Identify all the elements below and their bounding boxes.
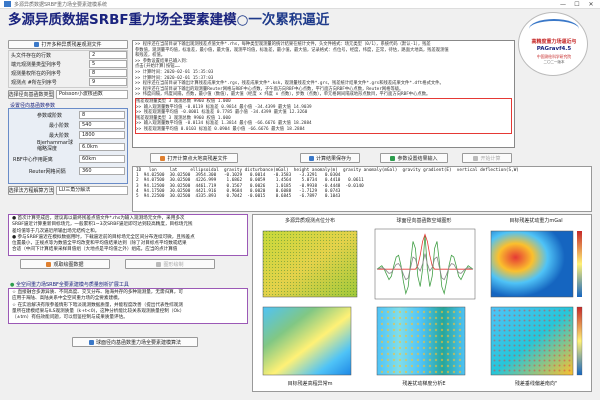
save-result-button[interactable]: 计算结果保存为: [300, 153, 360, 163]
app-title-main: 多源异质数据SRBF重力场全要素建模: [8, 12, 237, 28]
rbf-algorithm-label: 球面径向基函数重力场全要素建模算法: [95, 339, 181, 346]
rbf-distance-label: RBF中心作用距离: [13, 157, 53, 163]
weight-col-input[interactable]: 8: [89, 69, 127, 77]
app-title: 多源异质数据SRBF重力场全要素建模○一次累积逼近: [8, 11, 329, 29]
result-table: ID lon lat ellipsoidal gravity disturban…: [132, 166, 592, 212]
reuter-grid-label: Reuter网格间隔: [29, 169, 66, 175]
point-col-input[interactable]: 9: [89, 78, 127, 86]
kernel-type-select[interactable]: Poisson小波核函数: [56, 90, 128, 99]
logo-line2: PAGravf4.5: [536, 46, 572, 52]
chart1-title: 多源异质观测点位分布: [284, 218, 335, 224]
height-anomaly-map: [262, 306, 352, 376]
feature-line: （±tm）有低效能问题，可以借鉴控制与成果质量评估。: [12, 315, 128, 321]
log-console: >> 程序还在当前目录下输出观测残差点值文件*.rhs，每种类型观测量的统计结果…: [132, 40, 515, 148]
folder-icon: [34, 42, 40, 47]
solve-method-select[interactable]: LU三角分解法: [56, 186, 128, 195]
folder-icon: [46, 261, 52, 267]
open-result-label: 打开计算点大地高残差文件: [167, 155, 228, 162]
maximize-button[interactable]: ☐: [570, 0, 584, 9]
header-rows-label: 头文件存在的行数: [11, 53, 52, 59]
rbf-algorithm-button[interactable]: 球面径向基函数重力场全要素建模算法: [72, 337, 198, 347]
chart3-title: 目标残差扰动重力mGal: [509, 218, 563, 224]
chart6-title: 残差垂线偏差南向": [514, 381, 558, 387]
obs-type-col-input[interactable]: 5: [89, 60, 127, 68]
chart4-title: 目标残差高程异常m: [287, 381, 333, 387]
min-degree-input[interactable]: 540: [79, 121, 125, 129]
usage-tips-box: ● 首次计算完成后，建议再以最终残差点值文件*.rhs为输入观测场元文件，采用多…: [8, 214, 248, 256]
reuter-grid-input[interactable]: 360: [79, 167, 125, 175]
param-order-input[interactable]: 8: [79, 111, 125, 119]
gradient-map: [376, 306, 466, 376]
table-row: 5 94.22500 30.02500 4335.893 0.7042 -0.0…: [136, 194, 341, 200]
app-icon: [4, 1, 11, 7]
logo: 高精度重力场逼近与 PAGravf4.5 中国测绘科学研究院 二〇二一版本: [518, 12, 588, 76]
header-rows-input[interactable]: 2: [89, 51, 127, 59]
draw-graph-button[interactable]: 图形绘制: [125, 259, 215, 269]
view-plot-data-button[interactable]: 观取绘图数据: [20, 259, 110, 269]
chart-icon: [156, 261, 162, 267]
logo-line4: 二〇二一版本: [543, 60, 565, 64]
logo-line1: 高精度重力场逼近与: [531, 39, 577, 45]
open-result-file-button[interactable]: 打开计算点大地高残差文件: [150, 153, 238, 163]
obs-distribution-map: [262, 230, 358, 298]
play-icon: [473, 155, 479, 161]
bjerhammar-depth-label: Bjerhammar球 缩略深度: [37, 140, 73, 152]
log-line: >> 残差观测量平均值 0.0103 标准差 0.0904 最小值 -66.66…: [136, 126, 305, 132]
window-title: 多源异质数据SRBF重力场全要素建模系统: [14, 2, 107, 8]
colorbar: [576, 306, 583, 376]
start-compute-button[interactable]: 开始计算: [462, 153, 512, 163]
param-input-label: 参数设置结果输入: [397, 155, 438, 162]
weight-col-label: 观测量权所在的列序号: [11, 71, 62, 77]
solve-method-button[interactable]: 选择法方程解算方法: [8, 186, 54, 195]
stats-highlight-box: 残差观测量类型 3 观测总数 9960 权值 1.000 >> 输入观测量数平均…: [135, 97, 512, 134]
open-observation-file-button[interactable]: 打开多种异质残差观测文件: [8, 40, 128, 49]
map-texture: [377, 307, 465, 375]
vertical-deflection-map: [490, 306, 583, 376]
point-col-label: 观测点 #所在列序号: [11, 80, 57, 86]
max-degree-input[interactable]: 1800: [79, 131, 125, 139]
app-title-sub: ○一次累积逼近: [236, 12, 330, 28]
save-icon: [308, 155, 314, 161]
colorbar: [577, 231, 582, 297]
charts-panel: 多源异质观测点位分布 球面径向基函数空域图形 目标残差扰动重力mGal 目标残差…: [252, 214, 592, 392]
minimize-button[interactable]: —: [556, 0, 570, 9]
map-texture: [491, 307, 573, 375]
kernel-type-button[interactable]: 选择径向基函数类型: [8, 90, 54, 99]
header-fields-group: 头文件存在的行数 2 端元观测量类型列序号 5 观测量权所在的列序号 8 观测点…: [8, 50, 128, 88]
open-file-label: 打开多种异质残差观测文件: [41, 42, 102, 48]
rbf-params-group: 参数或阶数 8 最小阶数 540 最大阶数 1800 Bjerhammar球 缩…: [8, 108, 128, 184]
tip-line: 合适（中间下计算结果采样目值组（大地点是平均值之外）组成，应当的点计算值: [12, 247, 178, 253]
extension-section-title: ● 全空间重力场SRBF全要素建模与质量剖析扩展工具: [10, 281, 129, 288]
max-degree-label: 最大阶数: [49, 133, 70, 139]
obs-type-col-label: 端元观测量类型列序号: [11, 62, 62, 68]
gravity-disturbance-map: [490, 230, 582, 298]
draw-graph-label: 图形绘制: [163, 261, 184, 268]
close-button[interactable]: ✕: [584, 0, 598, 9]
rbf-distance-input[interactable]: 60km: [79, 155, 125, 163]
start-compute-label: 开始计算: [480, 155, 501, 162]
bjerhammar-depth-input[interactable]: 6.0km: [79, 143, 125, 151]
map-field: [262, 306, 352, 376]
logo-ring: [529, 19, 579, 39]
features-box: ☆ 直接融合多源异质、不同高度、交叉分布、陆海共存的多种观测量，无需归算，可 应…: [8, 288, 248, 324]
save-result-label: 计算结果保存为: [315, 155, 351, 162]
distribution-points: [263, 231, 357, 297]
rbf-line-chart: [374, 228, 476, 300]
settings-icon: [390, 155, 396, 161]
param-order-label: 参数或阶数: [37, 113, 63, 119]
chart2-title: 球面径向基函数空域图形: [396, 218, 452, 224]
folder-open-icon: [160, 155, 166, 161]
chart5-title: 残差扰动梯度分析E: [402, 381, 446, 387]
view-plot-data-label: 观取绘图数据: [53, 261, 84, 268]
param-input-button[interactable]: 参数设置结果输入: [380, 153, 448, 163]
window-titlebar: 多源异质数据SRBF重力场全要素建模系统 — ☐ ✕: [0, 0, 600, 9]
app-icon: [88, 339, 94, 345]
map-field: [490, 230, 574, 298]
min-degree-label: 最小阶数: [49, 123, 70, 129]
